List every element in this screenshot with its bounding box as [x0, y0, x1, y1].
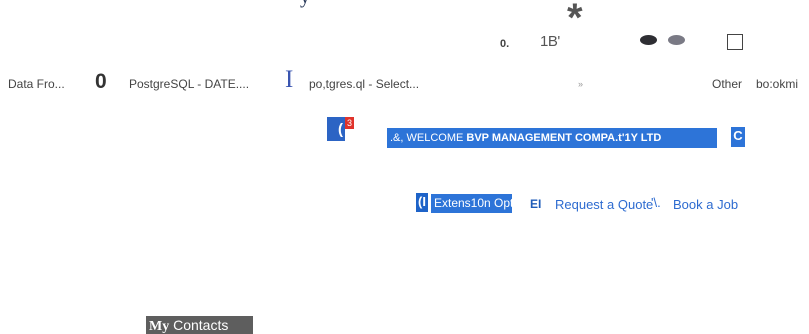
profile-icon[interactable]: [640, 35, 657, 45]
welcome-banner: .&, WELCOME BVP MANAGEMENT COMPA.t'1Y LT…: [387, 128, 717, 148]
facebook-icon[interactable]: (: [327, 117, 345, 141]
book-job-link[interactable]: Book a Job: [673, 197, 738, 212]
c-button[interactable]: C: [731, 127, 745, 147]
page: y 0. 1B' * Data Fro... 0 PostgreSQL - DA…: [0, 0, 809, 334]
star-icon[interactable]: *: [567, 0, 583, 38]
bookmarks-overflow-icon[interactable]: »: [578, 79, 583, 89]
bookmark-data-from[interactable]: Data Fro...: [8, 77, 65, 91]
my-contacts-tab[interactable]: My Contacts: [146, 316, 253, 334]
welcome-prefix: .&, WELCOME: [390, 132, 467, 144]
quote-icon: EI: [530, 197, 542, 211]
toolbar-zero-label: 0.: [500, 38, 510, 50]
contacts-label: Contacts: [169, 317, 229, 333]
extension-options-button[interactable]: Extens10n Options: [431, 194, 535, 213]
bookmark-extra[interactable]: bo:okmi: [756, 77, 798, 91]
request-quote-link[interactable]: Request a Quote: [555, 197, 653, 212]
bookmark-postgresql-date[interactable]: PostgreSQL - DATE....: [129, 77, 249, 91]
book-job-icon: '\.: [651, 195, 661, 210]
contacts-my: My: [149, 319, 170, 334]
extension-icon[interactable]: (I: [416, 193, 428, 212]
notification-badge: 3: [345, 117, 354, 129]
other-bookmarks[interactable]: Other: [712, 77, 742, 91]
company-name: BVP MANAGEMENT COMPA.t'1Y LTD: [466, 132, 662, 144]
window-icon[interactable]: [727, 34, 743, 50]
tab-count-button[interactable]: 1B': [540, 33, 560, 50]
bookmark-i-icon: I: [285, 66, 294, 93]
extensions-icon[interactable]: [668, 35, 685, 45]
bookmark-zero-icon: 0: [95, 70, 107, 93]
bookmark-postgresql-select[interactable]: po,tgres.ql - Select...: [309, 77, 419, 91]
top-title-fragment: y: [300, 0, 322, 7]
